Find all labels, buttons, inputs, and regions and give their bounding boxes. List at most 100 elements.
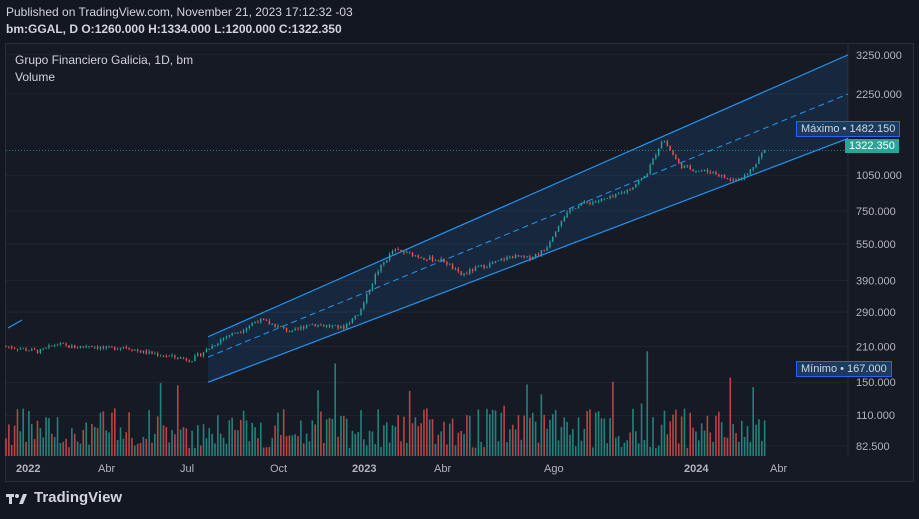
candle-body: [503, 259, 505, 261]
candle-body: [428, 256, 431, 260]
candle-body: [56, 344, 59, 346]
candle-body: [22, 348, 24, 350]
y-tick-label: 390.000: [856, 276, 896, 288]
candle-body: [423, 258, 425, 260]
candle-body: [706, 169, 709, 172]
candle-body: [128, 347, 130, 350]
candle-body: [609, 196, 611, 199]
candle-body: [758, 157, 760, 164]
volume-bar: [108, 432, 110, 456]
volume-bar: [692, 427, 694, 456]
candle-body: [220, 339, 222, 344]
volume-bar: [268, 447, 271, 456]
candle-body: [31, 348, 33, 351]
candle-body: [68, 345, 70, 348]
volume-bar: [417, 426, 420, 456]
candle-body: [16, 348, 19, 350]
volume-bar: [156, 416, 159, 456]
volume-bar: [22, 408, 24, 456]
candle-body: [231, 332, 233, 336]
volume-bar: [523, 415, 525, 456]
y-tick-label: 150.000: [856, 377, 896, 389]
candle-body: [489, 263, 491, 267]
volume-bar: [514, 429, 517, 456]
volume-bar: [68, 447, 70, 456]
volume-bar: [314, 424, 316, 456]
candle-body: [686, 165, 689, 167]
volume-bar: [340, 416, 342, 456]
volume-bar: [274, 425, 276, 456]
candle-body: [159, 355, 162, 357]
volume-bar: [572, 429, 574, 456]
volume-bar: [300, 420, 302, 456]
volume-bar: [632, 408, 634, 456]
candle-body: [39, 349, 42, 354]
last-price-tag: 1322.350: [845, 139, 899, 153]
candle-body: [274, 324, 276, 328]
candle-body: [162, 355, 165, 357]
footer-brand[interactable]: TradingView: [6, 489, 122, 506]
volume-bar: [760, 440, 763, 456]
volume-bar: [354, 433, 357, 456]
candle-body: [549, 241, 551, 248]
volume-bar: [597, 411, 600, 456]
candle-body: [589, 202, 591, 204]
candle-body: [523, 255, 525, 258]
volume-bar: [30, 423, 33, 456]
candle-body: [48, 345, 50, 348]
candle-body: [122, 346, 125, 348]
y-tick-label: 550.000: [856, 239, 896, 251]
candle-body: [729, 178, 731, 181]
candle-body: [245, 327, 248, 331]
volume-bar: [96, 428, 99, 456]
candle-body: [53, 345, 56, 347]
candle-body: [294, 328, 296, 331]
channel-fill: [208, 54, 848, 383]
y-tick-label: 1050.000: [856, 170, 902, 182]
volume-bar: [134, 445, 136, 456]
candle-body: [214, 345, 216, 347]
volume-bar: [451, 418, 454, 456]
candle-body: [311, 324, 314, 325]
candle-body: [185, 358, 188, 361]
candle-body: [325, 325, 328, 327]
candle-body: [285, 327, 288, 332]
candle-body: [268, 320, 271, 325]
volume-bar: [265, 447, 268, 456]
volume-bar: [271, 437, 274, 456]
volume-bar: [718, 411, 720, 456]
volume-bar: [683, 408, 686, 456]
candle-body: [151, 351, 153, 354]
volume-bar: [62, 441, 65, 456]
volume-bar: [328, 417, 331, 456]
volume-bar: [320, 411, 322, 456]
volume-bar: [606, 443, 608, 456]
candle-body: [131, 349, 133, 351]
volume-bar: [620, 447, 623, 456]
candle-body: [99, 346, 102, 349]
candle-body: [211, 345, 213, 349]
volume-bar: [331, 418, 334, 456]
volume-bar: [28, 410, 30, 456]
candle-body: [320, 324, 322, 326]
candle-body: [194, 355, 196, 362]
volume-bar: [643, 439, 646, 456]
volume-bar: [454, 445, 457, 456]
candle-body: [746, 174, 749, 176]
candle-body: [348, 323, 351, 325]
volume-bar: [99, 412, 102, 456]
volume-bar: [405, 443, 408, 456]
volume-bar: [154, 433, 156, 456]
candle-body: [480, 264, 482, 267]
candle-body: [678, 158, 680, 164]
price-chart[interactable]: 3250.000 2250.000 1050.000 750.000 550.000 39…: [0, 0, 919, 519]
volume-bar: [242, 410, 245, 456]
volume-bar: [629, 432, 631, 456]
candle-body: [532, 257, 534, 260]
y-tick-label: 2250.000: [856, 89, 902, 101]
candle-body: [65, 343, 67, 346]
candle-body: [666, 141, 669, 146]
volume-bar: [76, 441, 79, 456]
volume-bar: [231, 417, 233, 456]
candle-body: [632, 187, 634, 190]
